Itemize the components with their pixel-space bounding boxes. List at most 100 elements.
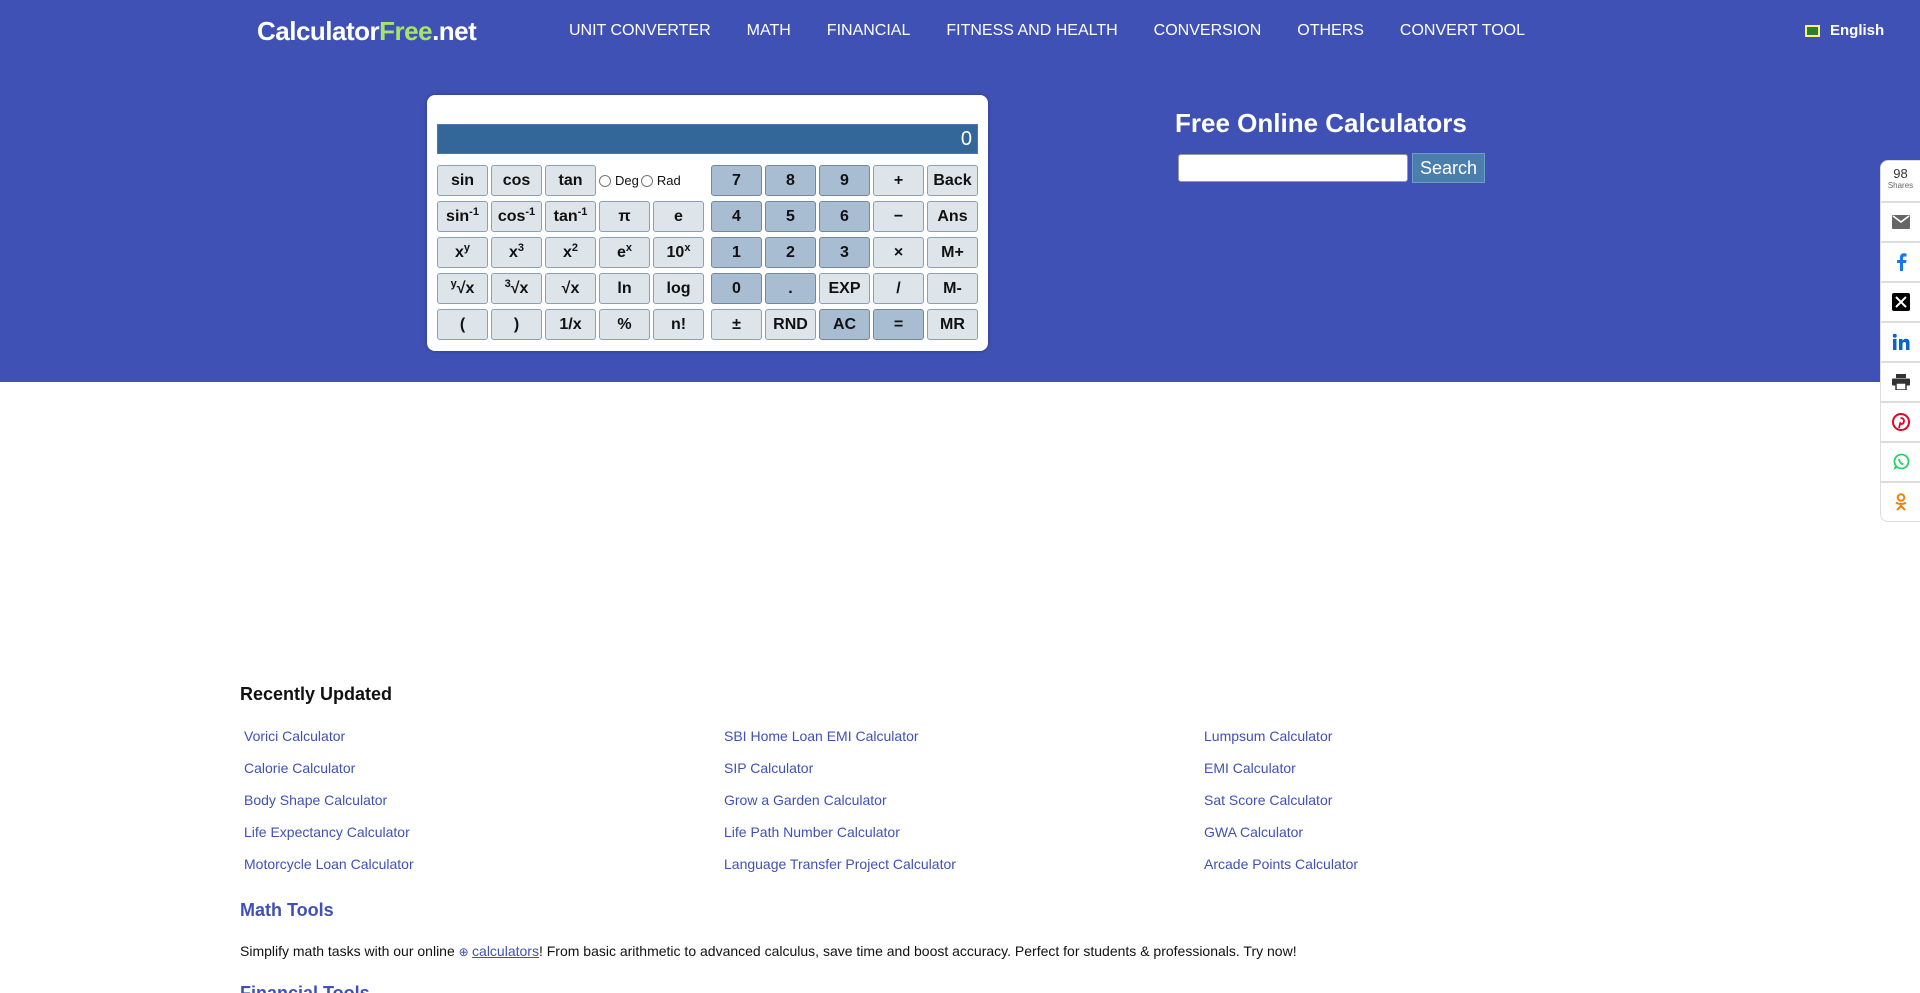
digit-6-button[interactable]: 6	[819, 201, 870, 232]
atan-button[interactable]: tan -1	[545, 201, 596, 232]
share-count-label: Shares	[1887, 181, 1914, 190]
recent-link[interactable]: Life Path Number Calculator	[720, 824, 900, 840]
recent-link[interactable]: Life Expectancy Calculator	[240, 824, 410, 840]
open-paren-button[interactable]: (	[437, 309, 488, 340]
cube-button[interactable]: x3	[491, 237, 542, 268]
deg-radio[interactable]	[599, 174, 611, 187]
x-share-button[interactable]	[1880, 282, 1920, 322]
multiply-button[interactable]: ×	[873, 237, 924, 268]
factorial-button[interactable]: n!	[653, 309, 704, 340]
plus-minus-button[interactable]: ±	[711, 309, 762, 340]
exp-button[interactable]: EXP	[819, 273, 870, 304]
memory-plus-button[interactable]: M+	[927, 237, 978, 268]
odnoklassniki-share-button[interactable]	[1880, 482, 1920, 522]
digit-3-button[interactable]: 3	[819, 237, 870, 268]
print-share-button[interactable]	[1880, 362, 1920, 402]
nav-unit-converter[interactable]: UNIT CONVERTER	[569, 22, 711, 40]
digit-0-button[interactable]: 0	[711, 273, 762, 304]
equals-button[interactable]: =	[873, 309, 924, 340]
plus-circle-icon: ⊕	[458, 945, 473, 959]
nav-others[interactable]: OTHERS	[1297, 22, 1364, 40]
recent-link[interactable]: Vorici Calculator	[240, 728, 345, 744]
math-tools-description: Simplify math tasks with our online ⊕ ca…	[240, 943, 1297, 959]
memory-minus-button[interactable]: M-	[927, 273, 978, 304]
digit-4-button[interactable]: 4	[711, 201, 762, 232]
close-paren-button[interactable]: )	[491, 309, 542, 340]
decimal-button[interactable]: .	[765, 273, 816, 304]
square-root-button[interactable]: √x	[545, 273, 596, 304]
recent-link[interactable]: GWA Calculator	[1200, 824, 1303, 840]
ans-button[interactable]: Ans	[927, 201, 978, 232]
back-button[interactable]: Back	[927, 165, 978, 196]
acos-button[interactable]: cos -1	[491, 201, 542, 232]
calculators-link[interactable]: calculators	[472, 943, 539, 959]
nth-root-button[interactable]: y √x	[437, 273, 488, 304]
recent-link[interactable]: Language Transfer Project Calculator	[720, 856, 956, 872]
nav-convert-tool[interactable]: CONVERT TOOL	[1400, 22, 1525, 40]
ln-button[interactable]: ln	[599, 273, 650, 304]
cos-button[interactable]: cos	[491, 165, 542, 196]
language-selector[interactable]: English	[1805, 22, 1884, 39]
link-label: Calorie Calculator	[244, 760, 356, 776]
angle-mode-radios: Deg Rad	[599, 165, 687, 196]
digit-1-button[interactable]: 1	[711, 237, 762, 268]
search-button[interactable]: Search	[1412, 153, 1485, 183]
digit-7-button[interactable]: 7	[711, 165, 762, 196]
memory-recall-button[interactable]: MR	[927, 309, 978, 340]
random-button[interactable]: RND	[765, 309, 816, 340]
log-button[interactable]: log	[653, 273, 704, 304]
percent-button[interactable]: %	[599, 309, 650, 340]
power-button[interactable]: xy	[437, 237, 488, 268]
reciprocal-button[interactable]: 1/x	[545, 309, 596, 340]
rad-radio[interactable]	[640, 174, 653, 187]
recent-link[interactable]: Body Shape Calculator	[240, 792, 387, 808]
digit-2-button[interactable]: 2	[765, 237, 816, 268]
cube-root-button[interactable]: 3 √x	[491, 273, 542, 304]
link-label: Language Transfer Project Calculator	[724, 856, 956, 872]
plus-button[interactable]: +	[873, 165, 924, 196]
facebook-share-button[interactable]	[1880, 242, 1920, 282]
pinterest-share-button[interactable]	[1880, 402, 1920, 442]
recent-link[interactable]: Arcade Points Calculator	[1200, 856, 1358, 872]
asin-button[interactable]: sin -1	[437, 201, 488, 232]
divide-button[interactable]: /	[873, 273, 924, 304]
link-label: EMI Calculator	[1204, 760, 1296, 776]
e-button[interactable]: e	[653, 201, 704, 232]
tan-button[interactable]: tan	[545, 165, 596, 196]
digit-8-button[interactable]: 8	[765, 165, 816, 196]
recent-link[interactable]: Lumpsum Calculator	[1200, 728, 1332, 744]
whatsapp-share-button[interactable]	[1880, 442, 1920, 482]
recent-link[interactable]: Sat Score Calculator	[1200, 792, 1332, 808]
link-label: GWA Calculator	[1204, 824, 1304, 840]
odnoklassniki-icon	[1894, 493, 1907, 511]
recent-link[interactable]: Motorcycle Loan Calculator	[240, 856, 414, 872]
recent-link[interactable]: SBI Home Loan EMI Calculator	[720, 728, 919, 744]
all-clear-button[interactable]: AC	[819, 309, 870, 340]
email-share-button[interactable]	[1880, 202, 1920, 242]
whatsapp-icon	[1893, 453, 1909, 470]
math-tools-heading[interactable]: Math Tools	[240, 900, 334, 921]
ten-power-button[interactable]: 10 x	[653, 237, 704, 268]
sin-button[interactable]: sin	[437, 165, 488, 196]
financial-tools-heading[interactable]: Financial Tools	[240, 983, 370, 993]
pi-button[interactable]: π	[599, 201, 650, 232]
recent-link[interactable]: Calorie Calculator	[240, 760, 355, 776]
search-input[interactable]	[1178, 154, 1408, 182]
recent-link[interactable]: SIP Calculator	[720, 760, 813, 776]
linkedin-share-button[interactable]	[1880, 322, 1920, 362]
nav-conversion[interactable]: CONVERSION	[1154, 22, 1262, 40]
nav-math[interactable]: MATH	[747, 22, 791, 40]
recent-link[interactable]: Grow a Garden Calculator	[720, 792, 887, 808]
nav-fitness-health[interactable]: FITNESS AND HEALTH	[946, 22, 1117, 40]
calculator-display: 0	[437, 124, 978, 154]
recent-link[interactable]: EMI Calculator	[1200, 760, 1296, 776]
digit-9-button[interactable]: 9	[819, 165, 870, 196]
exp-e-button[interactable]: ex	[599, 237, 650, 268]
math-tools-text-before: Simplify math tasks with our online	[240, 943, 459, 959]
nav-financial[interactable]: FINANCIAL	[827, 22, 911, 40]
square-button[interactable]: x2	[545, 237, 596, 268]
digit-5-button[interactable]: 5	[765, 201, 816, 232]
minus-button[interactable]: −	[873, 201, 924, 232]
site-logo[interactable]: CalculatorFree.net	[257, 16, 477, 47]
link-label: Vorici Calculator	[244, 728, 346, 744]
